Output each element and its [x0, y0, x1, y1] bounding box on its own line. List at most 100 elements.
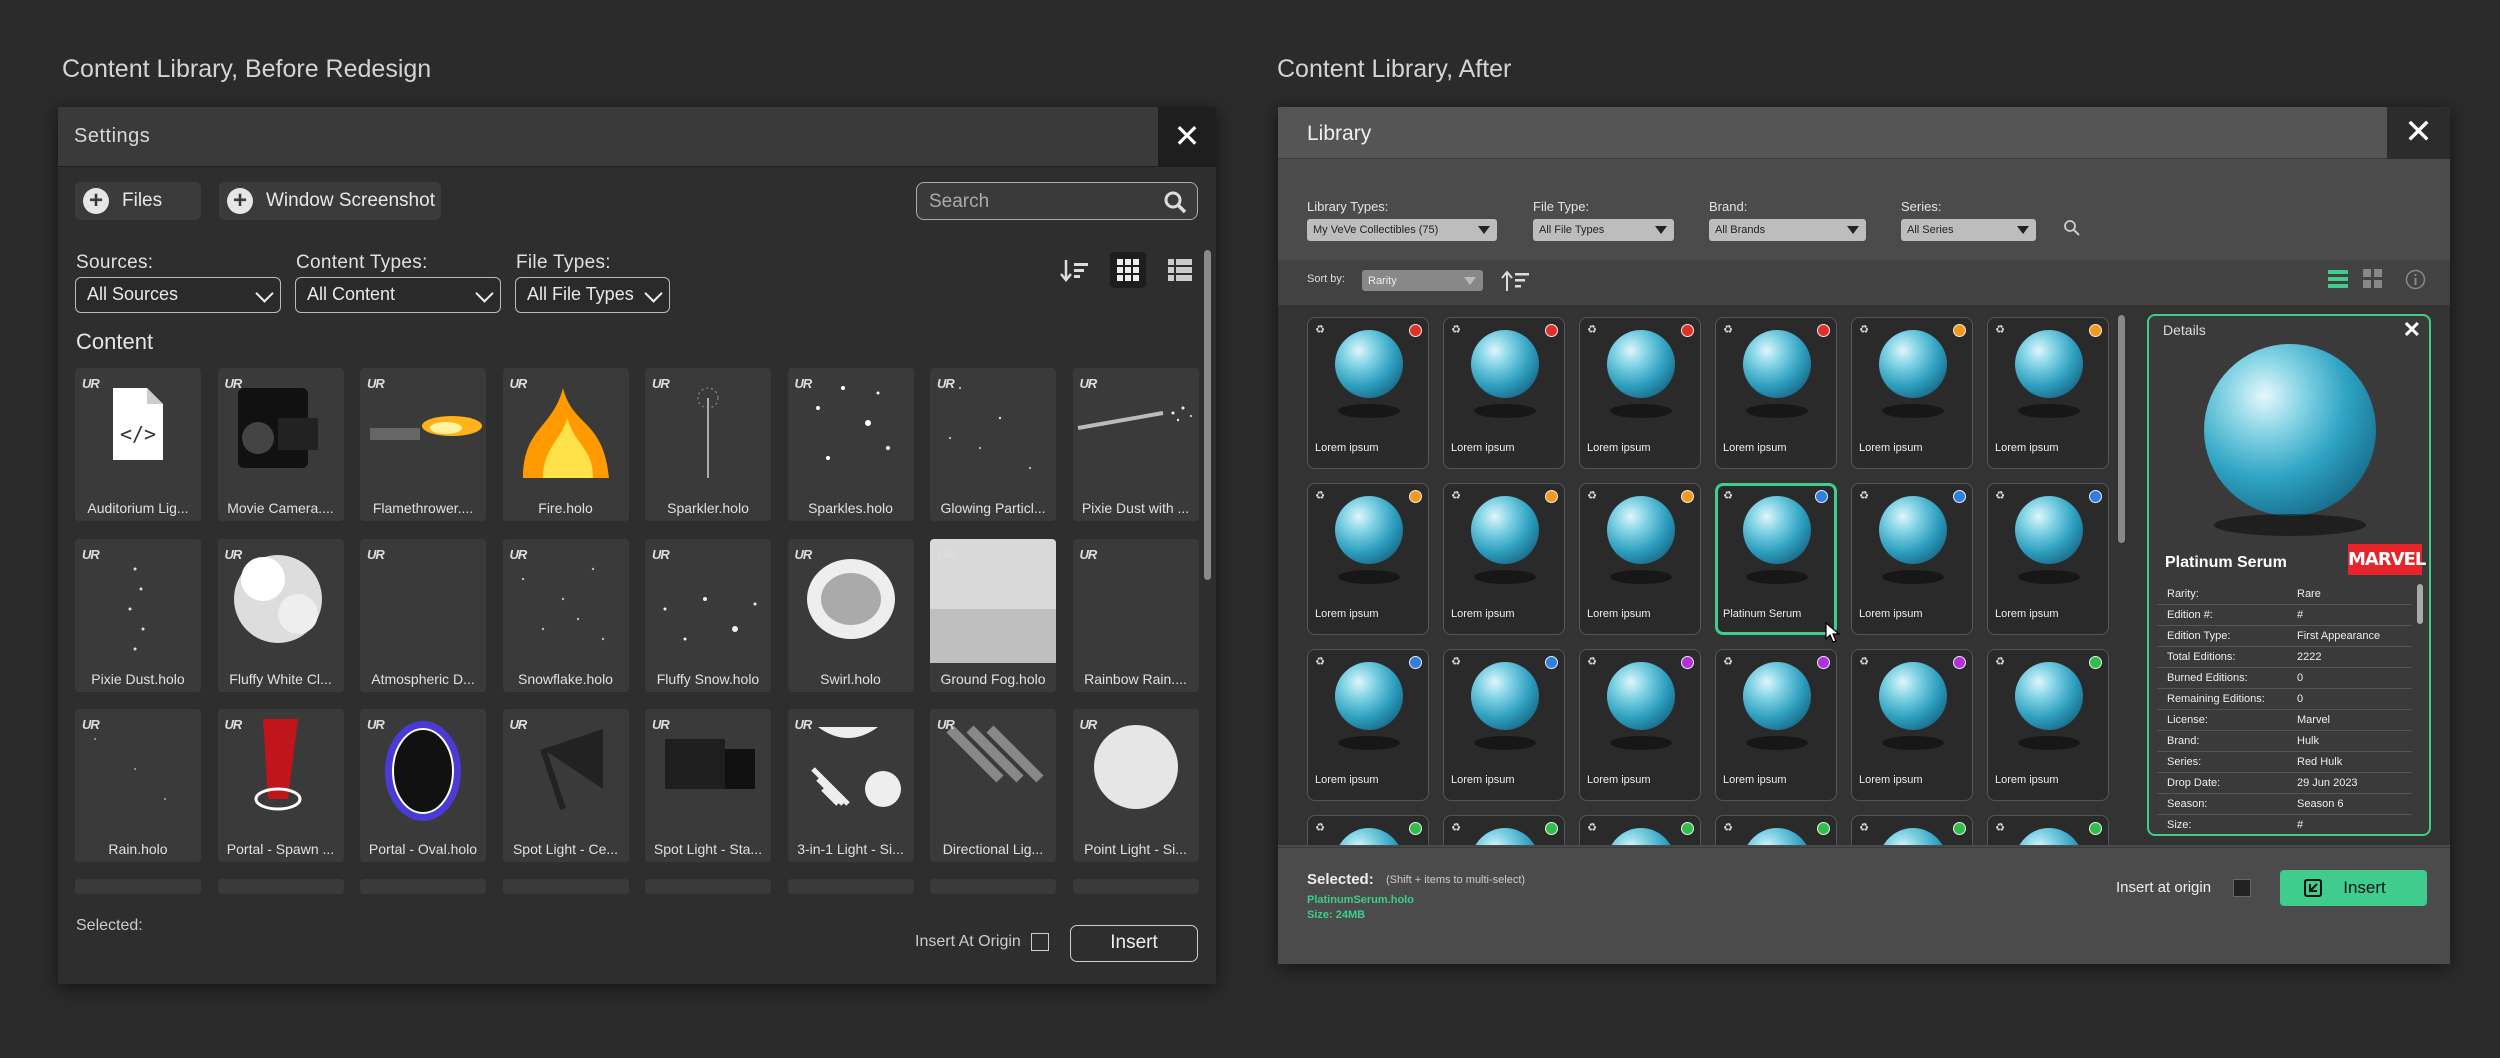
content-tile[interactable]: </> UR Auditorium Lig...: [75, 368, 201, 521]
list-view-icon[interactable]: [2328, 269, 2348, 289]
rarity-dot-icon: [2089, 656, 2102, 669]
ur-badge-icon: UR: [652, 717, 670, 732]
scrollbar[interactable]: [2118, 315, 2125, 543]
content-tile[interactable]: UR Rainbow Rain....: [1072, 538, 1199, 692]
content-tile[interactable]: UR Atmospheric D...: [360, 538, 486, 692]
collectible-card[interactable]: ♻: [1987, 815, 2109, 845]
search-input[interactable]: Search: [916, 182, 1198, 220]
content-tile[interactable]: [645, 879, 771, 894]
detail-row: Brand: Hulk: [2157, 731, 2412, 752]
insert-at-origin-checkbox[interactable]: [2233, 879, 2251, 897]
collectible-card[interactable]: ♻ Lorem ipsum: [1851, 317, 1973, 469]
collectible-card[interactable]: ♻: [1715, 815, 1837, 845]
collectible-card[interactable]: ♻ Lorem ipsum: [1443, 317, 1565, 469]
content-tile[interactable]: UR Spot Light - Ce...: [502, 709, 629, 862]
content-tile[interactable]: UR Glowing Particl...: [930, 368, 1056, 521]
collectible-card[interactable]: ♻ Lorem ipsum: [1715, 649, 1837, 801]
detail-row: Remaining Editions: 0: [2157, 689, 2412, 710]
collectible-card[interactable]: ♻ Lorem ipsum: [1307, 649, 1429, 801]
content-tile[interactable]: [75, 879, 201, 894]
tile-label: Ground Fog.holo: [940, 670, 1046, 687]
collectible-card[interactable]: ♻ Lorem ipsum: [1307, 317, 1429, 469]
plus-icon: +: [83, 188, 109, 214]
window-title: Library: [1307, 122, 1372, 145]
content-tile[interactable]: UR Rain.holo: [75, 709, 201, 862]
collectible-card[interactable]: ♻ Lorem ipsum: [1579, 317, 1701, 469]
window-screenshot-button[interactable]: + Window Screenshot: [219, 182, 441, 220]
content-tile[interactable]: UR Snowflake.holo: [502, 538, 629, 692]
content-tile[interactable]: [217, 879, 344, 894]
content-tile[interactable]: UR Directional Lig...: [930, 709, 1056, 862]
content-tile[interactable]: UR Movie Camera....: [217, 368, 344, 521]
details-scrollbar[interactable]: [2417, 584, 2423, 624]
close-button[interactable]: ✕: [2387, 107, 2450, 159]
card-label: Lorem ipsum: [1587, 608, 1651, 620]
content-types-dropdown[interactable]: All Content: [295, 277, 501, 313]
content-tile[interactable]: UR 3-in-1 Light - Si...: [787, 709, 914, 862]
collectible-card[interactable]: ♻ Lorem ipsum: [1443, 483, 1565, 635]
details-close-button[interactable]: ✕: [2403, 317, 2421, 343]
content-tile[interactable]: UR Ground Fog.holo: [930, 538, 1056, 692]
collectible-card[interactable]: ♻ Lorem ipsum: [1307, 483, 1429, 635]
content-tile[interactable]: UR Portal - Oval.holo: [360, 709, 486, 862]
content-tile[interactable]: UR Flamethrower....: [360, 368, 486, 521]
content-tile[interactable]: UR Sparkler.holo: [645, 368, 771, 521]
collectible-card[interactable]: ♻: [1851, 815, 1973, 845]
collectible-card[interactable]: ♻ Lorem ipsum: [1987, 649, 2109, 801]
sort-icon[interactable]: [1059, 257, 1091, 283]
collectible-card[interactable]: ♻: [1443, 815, 1565, 845]
collectible-card[interactable]: ♻ Lorem ipsum: [1987, 483, 2109, 635]
collectible-card[interactable]: ♻ Lorem ipsum: [1851, 483, 1973, 635]
collectible-card[interactable]: ♻ Lorem ipsum: [1443, 649, 1565, 801]
content-tile[interactable]: UR Point Light - Si...: [1072, 709, 1199, 862]
content-tile[interactable]: UR Swirl.holo: [787, 538, 914, 692]
content-tile[interactable]: [930, 879, 1056, 894]
file-type-dropdown[interactable]: All File Types: [1533, 219, 1674, 241]
collectible-card[interactable]: ♻ Lorem ipsum: [1715, 317, 1837, 469]
search-icon[interactable]: [2063, 219, 2081, 237]
collectible-card[interactable]: ♻: [1579, 815, 1701, 845]
list-view-icon[interactable]: [1168, 259, 1192, 281]
add-files-button[interactable]: + Files: [75, 182, 201, 220]
scrollbar[interactable]: [1204, 250, 1211, 580]
content-tile[interactable]: [360, 879, 486, 894]
collectible-card[interactable]: ♻ Lorem ipsum: [1579, 649, 1701, 801]
insert-at-origin-checkbox[interactable]: [1031, 933, 1049, 951]
content-tile[interactable]: UR Fluffy Snow.holo: [645, 538, 771, 692]
content-tile[interactable]: [1072, 879, 1199, 894]
collectible-card[interactable]: ♻: [1307, 815, 1429, 845]
recycle-icon: ♻: [1859, 490, 1869, 502]
collectible-card[interactable]: ♻ Lorem ipsum: [1851, 649, 1973, 801]
sort-order-icon[interactable]: [1501, 270, 1531, 292]
collectible-card[interactable]: ♻ Lorem ipsum: [1579, 483, 1701, 635]
content-tile[interactable]: UR Pixie Dust.holo: [75, 538, 201, 692]
close-button[interactable]: ✕: [1158, 107, 1216, 167]
content-tile[interactable]: [502, 879, 629, 894]
content-tile[interactable]: UR Portal - Spawn ...: [217, 709, 344, 862]
window-title: Settings: [74, 125, 151, 147]
content-tile[interactable]: UR Pixie Dust with ...: [1072, 368, 1199, 521]
library-types-dropdown[interactable]: My VeVe Collectibles (75): [1307, 219, 1497, 241]
content-tile[interactable]: [787, 879, 914, 894]
rarity-dot-icon: [1545, 656, 1558, 669]
sort-dropdown[interactable]: Rarity: [1362, 270, 1483, 291]
file-types-dropdown[interactable]: All File Types: [515, 277, 670, 313]
sources-dropdown[interactable]: All Sources: [75, 277, 281, 313]
insert-button[interactable]: Insert: [2280, 870, 2427, 906]
collectible-card[interactable]: ♻ Lorem ipsum: [1987, 317, 2109, 469]
search-icon[interactable]: [1163, 190, 1187, 214]
tile-label: Portal - Spawn ...: [226, 841, 335, 857]
grid-view-icon[interactable]: [2363, 269, 2383, 289]
ur-badge-icon: UR: [82, 546, 100, 562]
series-dropdown[interactable]: All Series: [1901, 219, 2036, 241]
content-tile[interactable]: UR Spot Light - Sta...: [645, 709, 771, 862]
grid-view-button[interactable]: [1110, 252, 1146, 288]
content-tile[interactable]: UR Sparkles.holo: [787, 368, 914, 521]
brand-dropdown[interactable]: All Brands: [1709, 219, 1866, 241]
info-icon[interactable]: [2405, 269, 2426, 290]
content-tile[interactable]: UR Fire.holo: [502, 368, 629, 521]
tile-label: Swirl.holo: [820, 670, 881, 687]
collectible-card[interactable]: ♻ Platinum Serum: [1715, 483, 1837, 635]
insert-button[interactable]: Insert: [1070, 925, 1198, 962]
content-tile[interactable]: UR Fluffy White Cl...: [217, 538, 344, 692]
